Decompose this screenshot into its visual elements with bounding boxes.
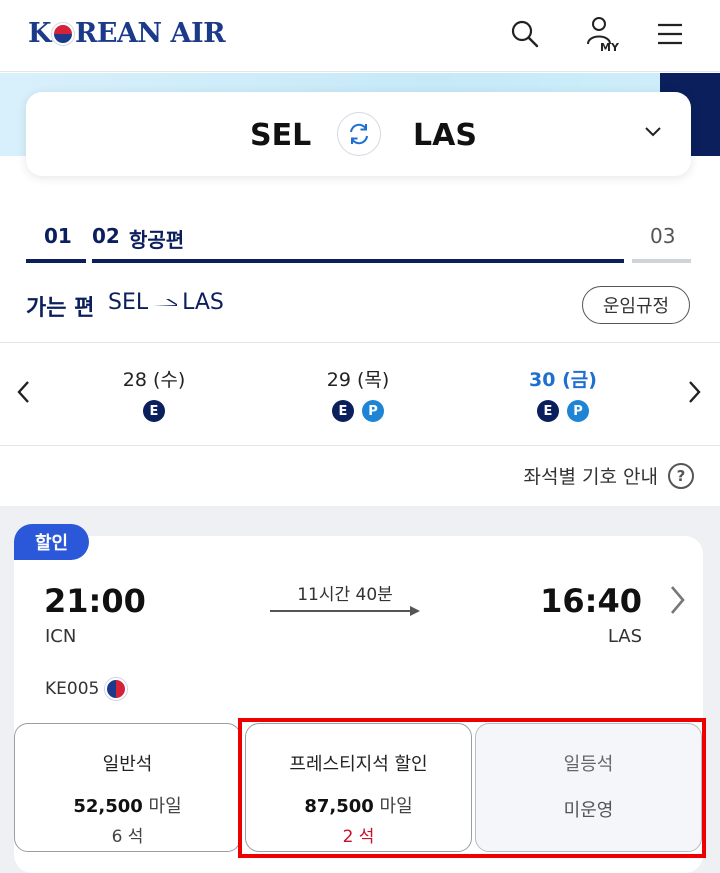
fare-prestige-discount[interactable]: 프레스티지석 할인 87,500 마일 2 석: [245, 723, 472, 852]
route-selector[interactable]: SEL LAS: [26, 92, 691, 176]
plane-icon: [153, 298, 178, 306]
seat-symbol-guide-label: 좌석별 기호 안내: [523, 466, 658, 488]
korean-air-logo[interactable]: K REAN AIR: [28, 18, 226, 49]
fare-economy[interactable]: 일반석 52,500 마일 6 석: [14, 723, 241, 852]
menu-icon[interactable]: [650, 14, 690, 54]
taeguk-symbol-icon: [51, 22, 74, 45]
my-label: MY: [600, 41, 620, 54]
step-01: 01: [44, 224, 72, 248]
direction-route: SEL LAS: [108, 290, 224, 315]
duration-arrow: [270, 606, 420, 616]
step-03-bar: [632, 259, 691, 263]
app-header: K REAN AIR MY: [0, 0, 720, 72]
discount-tag: 할인: [14, 524, 89, 560]
flight-number-text: KE005: [45, 679, 100, 699]
fare-seats: 6 석: [111, 827, 144, 847]
step-02-bar: [92, 259, 624, 263]
direction-from: SEL: [108, 290, 149, 315]
fare-miles: 52,500: [73, 796, 143, 817]
date-label: 28 (수): [122, 369, 186, 391]
chevron-down-icon[interactable]: [641, 120, 665, 144]
swap-route-button[interactable]: [337, 112, 381, 156]
fare-class-name: 프레스티지석 할인: [289, 754, 428, 775]
fare-class-name: 일등석: [563, 754, 614, 775]
fare-first: 일등석 미운영: [475, 723, 702, 852]
economy-badge: E: [143, 400, 165, 422]
arrival-airport: LAS: [607, 626, 642, 647]
prestige-badge: P: [567, 400, 589, 422]
origin-code[interactable]: SEL: [250, 118, 311, 153]
help-icon: ?: [668, 462, 694, 489]
step-03: 03: [650, 224, 676, 248]
fare-price: 87,500 마일: [246, 792, 471, 818]
seat-symbol-guide[interactable]: 좌석별 기호 안내 ?: [524, 462, 694, 489]
fare-rules-button[interactable]: 운임규정: [582, 286, 690, 324]
korean-air-mini-logo-icon: [105, 678, 128, 700]
swap-icon: [350, 123, 368, 145]
step-02-label: 항공편: [129, 228, 185, 252]
prestige-badge: P: [362, 400, 384, 422]
previous-date-icon[interactable]: [14, 377, 34, 407]
direction-to: LAS: [182, 290, 224, 315]
next-date-icon[interactable]: [684, 377, 704, 407]
departure-airport: ICN: [45, 626, 77, 647]
direction-title: 가는 편: [26, 296, 95, 321]
fare-miles: 87,500: [304, 796, 374, 817]
fare-price: 52,500 마일: [15, 792, 240, 818]
fare-unit: 마일: [379, 796, 413, 817]
date-selector: 28 (수) E 29 (목) E P 30 (금) E P: [0, 342, 720, 446]
chevron-right-icon[interactable]: [666, 583, 688, 617]
flight-number: KE005: [45, 678, 128, 700]
date-item[interactable]: 29 (목) E P: [288, 365, 428, 422]
date-label: 30 (금): [529, 369, 597, 391]
fare-class-name: 일반석: [102, 754, 153, 775]
date-item[interactable]: 28 (수) E: [84, 365, 224, 422]
logo-text-start: K: [28, 18, 51, 49]
arrival-time: 16:40: [540, 582, 642, 620]
my-account-icon[interactable]: MY: [582, 14, 622, 54]
logo-text-end: REAN AIR: [74, 18, 226, 49]
economy-badge: E: [332, 400, 354, 422]
fare-unit: 마일: [148, 796, 182, 817]
step-02: 02: [92, 224, 120, 248]
date-label: 29 (목): [326, 369, 390, 391]
step-01-bar: [26, 259, 86, 263]
search-icon[interactable]: [505, 14, 545, 54]
flight-duration: 11시간 40분: [297, 585, 393, 605]
departure-time: 21:00: [44, 582, 146, 620]
fare-seats: 2 석: [342, 827, 375, 847]
destination-code[interactable]: LAS: [413, 118, 477, 153]
date-item-selected[interactable]: 30 (금) E P: [493, 365, 633, 422]
fare-status: 미운영: [563, 800, 614, 821]
economy-badge: E: [537, 400, 559, 422]
